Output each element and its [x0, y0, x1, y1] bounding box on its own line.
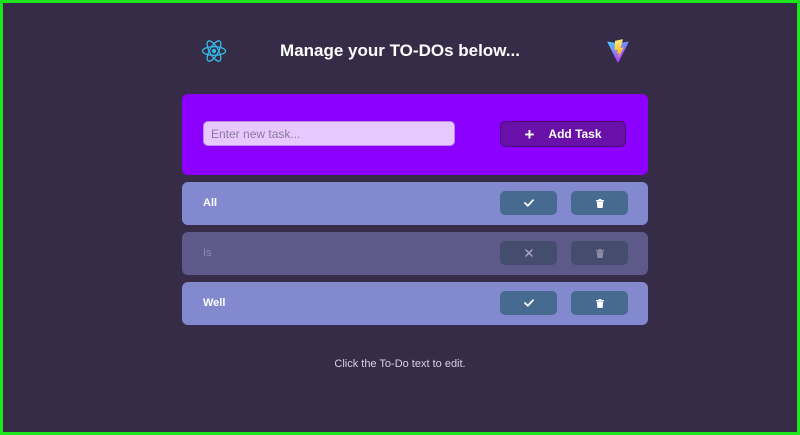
todo-item-completed: Is — [182, 232, 648, 275]
new-task-input[interactable] — [203, 121, 455, 146]
trash-icon — [595, 298, 604, 308]
delete-button[interactable] — [571, 241, 628, 265]
app-window: Manage your TO-DOs below... + Add Task — [3, 3, 797, 432]
todo-list: All Is Well — [182, 182, 648, 332]
todo-text[interactable]: All — [203, 182, 217, 225]
todo-text[interactable]: Well — [203, 282, 225, 325]
check-icon — [523, 299, 534, 307]
plus-icon: + — [524, 124, 535, 144]
add-task-label: Add Task — [548, 127, 602, 141]
vite-logo-icon — [607, 39, 629, 63]
complete-button[interactable] — [500, 291, 557, 315]
check-icon — [523, 199, 534, 207]
todo-text[interactable]: Is — [203, 232, 212, 275]
trash-icon — [595, 198, 604, 208]
x-icon — [524, 249, 533, 257]
add-task-panel: + Add Task — [182, 94, 648, 175]
header: Manage your TO-DOs below... — [3, 3, 797, 97]
trash-icon — [595, 248, 604, 258]
undo-complete-button[interactable] — [500, 241, 557, 265]
add-task-button[interactable]: + Add Task — [500, 121, 626, 147]
delete-button[interactable] — [571, 191, 628, 215]
page-title: Manage your TO-DOs below... — [280, 41, 520, 60]
edit-hint: Click the To-Do text to edit. — [334, 358, 466, 370]
complete-button[interactable] — [500, 191, 557, 215]
todo-item: All — [182, 182, 648, 225]
todo-item: Well — [182, 282, 648, 325]
delete-button[interactable] — [571, 291, 628, 315]
